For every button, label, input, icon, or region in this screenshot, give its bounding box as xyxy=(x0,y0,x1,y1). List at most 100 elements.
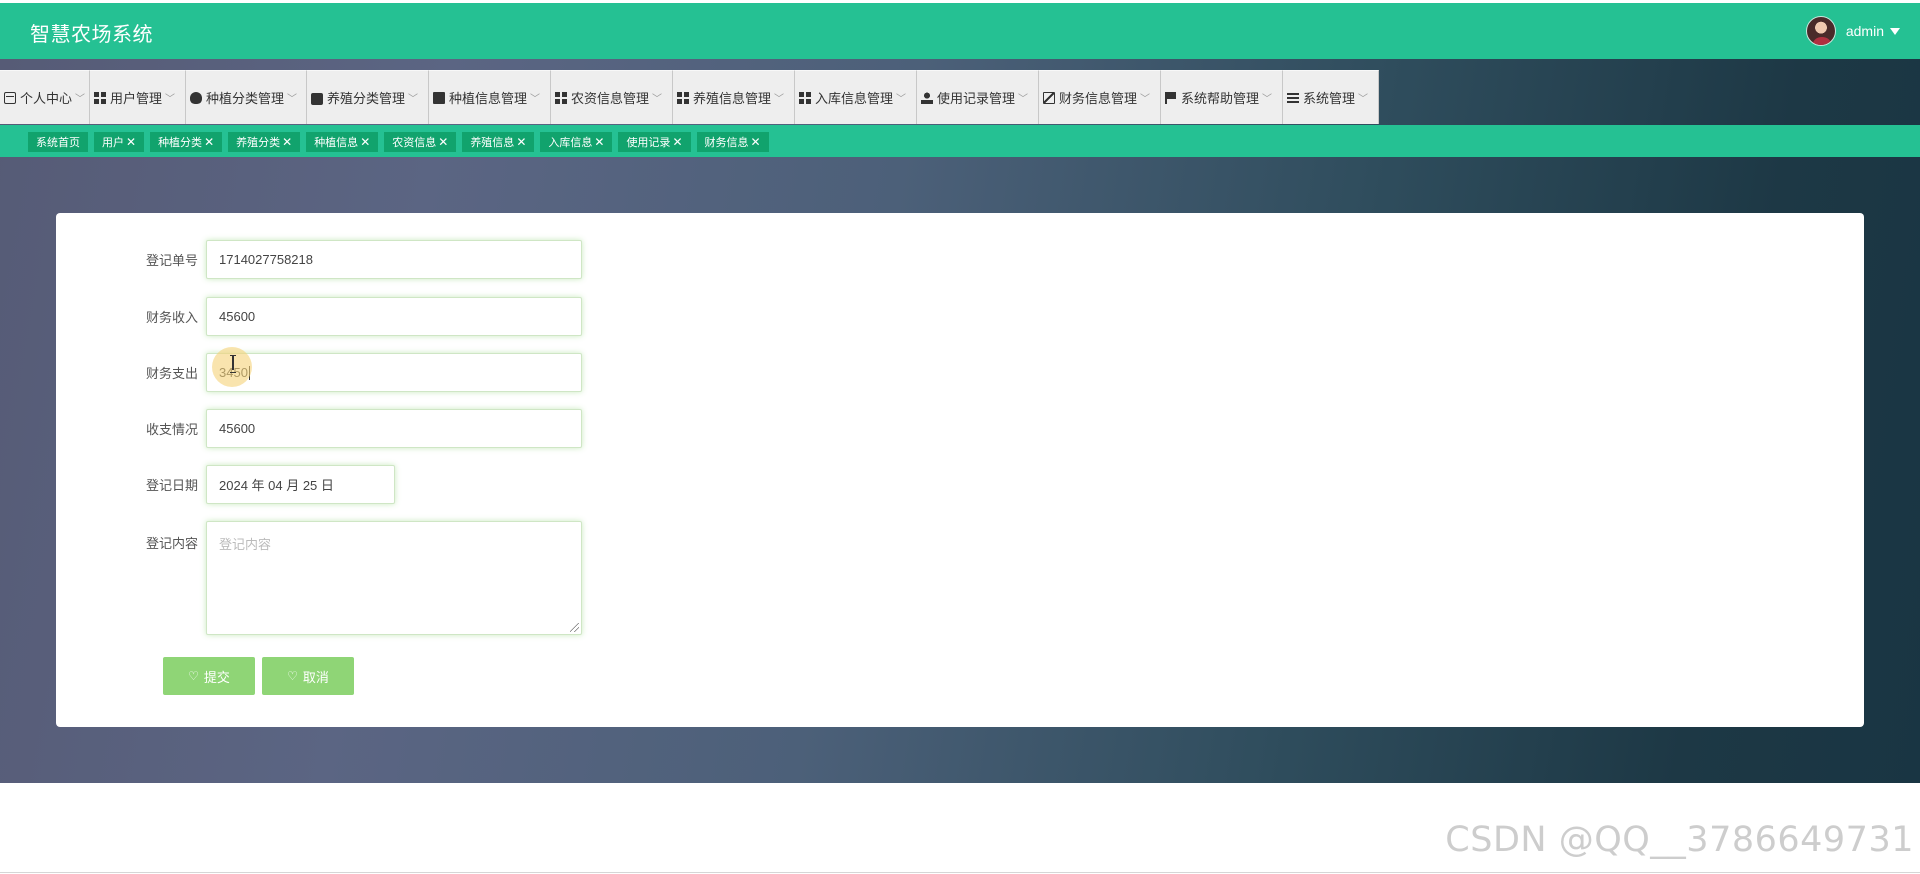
flag-icon xyxy=(1165,91,1177,104)
balance-input[interactable]: 45600 xyxy=(206,409,582,448)
caret-down-icon[interactable] xyxy=(1890,27,1900,35)
nav-system-management[interactable]: 系统管理 ﹀ xyxy=(1283,70,1379,124)
close-icon[interactable]: ✕ xyxy=(126,135,136,149)
nav-personal-center[interactable]: 个人中心 ﹀ xyxy=(0,70,90,124)
field-label: 登记日期 xyxy=(145,478,198,493)
divider xyxy=(0,872,1920,873)
nav-planting-category[interactable]: 种植分类管理 ﹀ xyxy=(186,70,307,124)
row-order-no: 登记单号 1714027758218 xyxy=(56,240,582,279)
tab-planting-info[interactable]: 种植信息 ✕ xyxy=(306,132,379,152)
app-title: 智慧农场系统 xyxy=(30,22,153,46)
nav-label: 养殖信息管理 xyxy=(693,91,772,106)
nav-user-management[interactable]: 用户管理 ﹀ xyxy=(90,70,186,124)
id-card-icon xyxy=(4,91,16,104)
nav-label: 种植分类管理 xyxy=(206,91,285,106)
monitor-icon xyxy=(433,91,445,104)
close-icon[interactable]: ✕ xyxy=(438,135,448,149)
close-icon[interactable]: ✕ xyxy=(516,135,526,149)
nav-label: 种植信息管理 xyxy=(449,91,528,106)
watermark: CSDN @QQ__3786649731 xyxy=(1445,820,1914,860)
close-icon[interactable]: ✕ xyxy=(282,135,292,149)
cancel-button[interactable]: ♡ 取消 xyxy=(262,657,354,695)
submit-label: 提交 xyxy=(203,669,230,685)
content-textarea[interactable]: 登记内容 xyxy=(206,521,582,635)
nav-planting-info[interactable]: 种植信息管理 ﹀ xyxy=(429,70,551,124)
avatar[interactable] xyxy=(1805,16,1836,46)
chevron-down-icon: ﹀ xyxy=(75,94,85,105)
nav-usage-records[interactable]: 使用记录管理 ﹀ xyxy=(917,70,1039,124)
chevron-down-icon: ﹀ xyxy=(1018,94,1029,105)
row-balance: 收支情况 45600 xyxy=(56,409,582,448)
field-label: 财务收入 xyxy=(145,310,198,325)
close-icon[interactable]: ✕ xyxy=(672,135,682,149)
tab-label: 财务信息 xyxy=(704,137,749,149)
tab-label: 种植分类 xyxy=(158,137,203,149)
nav-label: 用户管理 xyxy=(110,91,163,106)
chat-icon xyxy=(311,92,323,105)
nav-farm-supplies[interactable]: 农资信息管理 ﹀ xyxy=(551,70,673,124)
tab-label: 养殖信息 xyxy=(470,137,515,149)
cancel-label: 取消 xyxy=(302,669,329,685)
tab-breeding-category[interactable]: 养殖分类 ✕ xyxy=(228,132,301,152)
chevron-down-icon: ﹀ xyxy=(165,94,176,105)
tab-planting-category[interactable]: 种植分类 ✕ xyxy=(150,132,223,152)
order-no-input[interactable]: 1714027758218 xyxy=(206,240,582,279)
resize-handle[interactable] xyxy=(570,623,579,632)
nav-label: 使用记录管理 xyxy=(937,91,1016,106)
heart-icon: ♡ xyxy=(188,669,199,683)
nav-label: 养殖分类管理 xyxy=(327,91,406,106)
close-icon[interactable]: ✕ xyxy=(360,135,370,149)
field-label: 财务支出 xyxy=(145,366,198,381)
chevron-down-icon: ﹀ xyxy=(1140,94,1151,105)
nav-label: 个人中心 xyxy=(20,91,73,106)
tab-breeding-info[interactable]: 养殖信息 ✕ xyxy=(462,132,535,152)
income-input[interactable]: 45600 xyxy=(206,297,582,336)
submit-button[interactable]: ♡ 提交 xyxy=(163,657,255,695)
box-icon xyxy=(1043,91,1055,104)
nav-label: 系统帮助管理 xyxy=(1181,91,1260,106)
chevron-down-icon: ﹀ xyxy=(1262,94,1273,105)
row-income: 财务收入 45600 xyxy=(56,297,582,336)
row-date: 登记日期 2024 年 04 月 25 日 xyxy=(56,465,395,504)
grid-icon xyxy=(555,91,567,104)
grid-icon xyxy=(94,91,106,104)
tab-label: 农资信息 xyxy=(392,137,437,149)
heart-icon: ♡ xyxy=(287,669,298,683)
row-content: 登记内容 登记内容 xyxy=(56,521,582,635)
tab-warehousing-info[interactable]: 入库信息 ✕ xyxy=(540,132,613,152)
form-card: 登记单号 1714027758218 财务收入 45600 财务支出 3450 … xyxy=(56,213,1864,727)
expense-input[interactable]: 3450 xyxy=(206,353,582,392)
nav-label: 财务信息管理 xyxy=(1059,91,1138,106)
chevron-down-icon: ﹀ xyxy=(287,94,298,105)
field-label: 收支情况 xyxy=(145,422,198,437)
tab-finance-info[interactable]: 财务信息 ✕ xyxy=(696,132,769,152)
close-icon[interactable]: ✕ xyxy=(594,135,604,149)
tab-user[interactable]: 用户 ✕ xyxy=(94,132,145,152)
chevron-down-icon: ﹀ xyxy=(896,94,907,105)
textarea-placeholder: 登记内容 xyxy=(219,537,272,552)
close-icon[interactable]: ✕ xyxy=(751,135,761,149)
nav-finance-info[interactable]: 财务信息管理 ﹀ xyxy=(1039,70,1161,124)
nav-warehousing-info[interactable]: 入库信息管理 ﹀ xyxy=(795,70,917,124)
nav-breeding-info[interactable]: 养殖信息管理 ﹀ xyxy=(673,70,795,124)
user-menu[interactable]: admin xyxy=(1805,15,1900,47)
chevron-down-icon: ﹀ xyxy=(1358,94,1369,105)
close-icon[interactable]: ✕ xyxy=(204,135,214,149)
field-label: 登记单号 xyxy=(145,253,198,268)
row-expense: 财务支出 3450 xyxy=(56,353,582,392)
tab-label: 系统首页 xyxy=(36,137,80,149)
nav-system-help[interactable]: 系统帮助管理 ﹀ xyxy=(1161,70,1283,124)
top-header: 智慧农场系统 admin xyxy=(0,3,1920,59)
date-input[interactable]: 2024 年 04 月 25 日 xyxy=(206,465,395,504)
chevron-down-icon: ﹀ xyxy=(530,94,541,105)
tab-home[interactable]: 系统首页 xyxy=(28,132,88,152)
app-root: 智慧农场系统 admin 个人中心 ﹀ 用户管理 ﹀ 种植分类管理 ﹀ 养殖分类… xyxy=(0,0,1920,874)
chevron-down-icon: ﹀ xyxy=(774,94,785,105)
tab-usage-records[interactable]: 使用记录 ✕ xyxy=(618,132,691,152)
tab-farm-supplies[interactable]: 农资信息 ✕ xyxy=(384,132,457,152)
tab-label: 种植信息 xyxy=(314,137,359,149)
username[interactable]: admin xyxy=(1846,23,1884,39)
tab-label: 用户 xyxy=(102,137,124,149)
main-nav: 个人中心 ﹀ 用户管理 ﹀ 种植分类管理 ﹀ 养殖分类管理 ﹀ 种植信息管理 ﹀… xyxy=(0,70,1379,124)
nav-breeding-category[interactable]: 养殖分类管理 ﹀ xyxy=(307,70,429,124)
